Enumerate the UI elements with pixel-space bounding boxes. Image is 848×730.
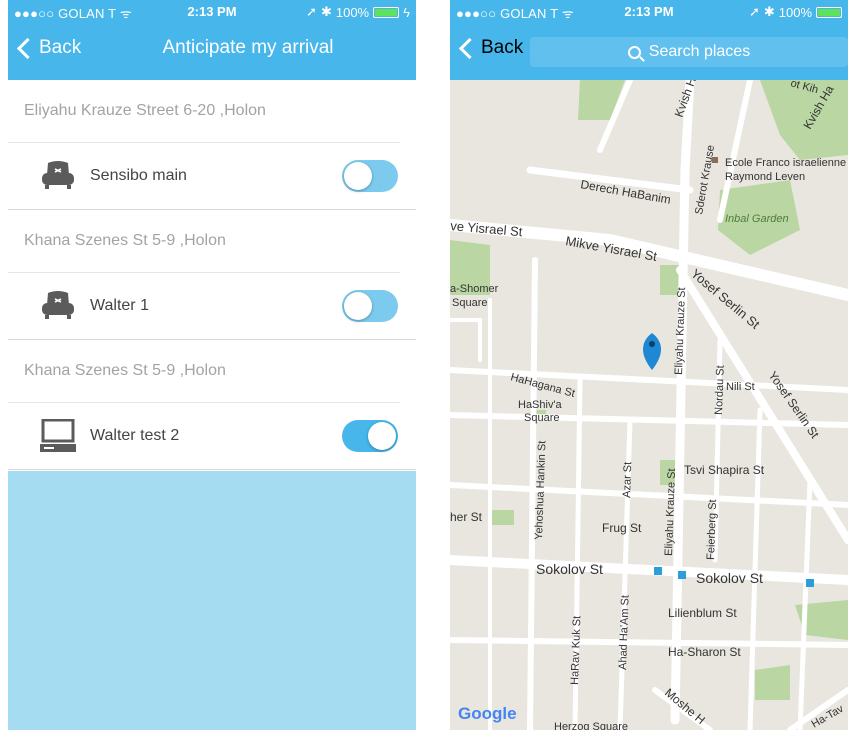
anticipate-toggle[interactable] xyxy=(342,420,398,452)
device-name: Sensibo main xyxy=(90,167,187,184)
back-button[interactable]: Back xyxy=(16,37,81,59)
sofa-icon xyxy=(40,160,76,192)
search-icon xyxy=(627,45,641,59)
right-screen: ●●●○○ GOLAN T ᯤ 2:13 PM ➚ ✱ 100% Back Se… xyxy=(450,0,848,730)
map-label: Azar St xyxy=(621,462,634,498)
map-label: her St xyxy=(450,510,483,524)
status-right: ➚ ✱ 100% ϟ xyxy=(306,4,410,20)
map-label: Square xyxy=(524,412,559,424)
nav-bar: Back Search places xyxy=(450,22,848,80)
address-label: Eliyahu Krauze Street 6-20 ,Holon xyxy=(8,80,400,143)
map-label: Feierberg St xyxy=(705,499,719,560)
search-input[interactable]: Search places xyxy=(530,37,848,67)
chevron-left-icon xyxy=(16,37,39,59)
map-label: Sokolov St xyxy=(536,561,603,577)
battery-percent: 100% xyxy=(335,4,370,20)
status-bar: ●●●○○ GOLAN T ᯤ 2:13 PM ➚ ✱ 100% xyxy=(450,0,848,22)
computer-icon xyxy=(40,419,76,452)
back-button[interactable]: Back xyxy=(458,37,523,59)
toggle-knob xyxy=(344,162,372,190)
google-attribution: Google xyxy=(458,704,517,723)
anticipate-toggle[interactable] xyxy=(342,160,398,192)
location-icon: ➚ xyxy=(748,4,760,19)
map-label: Tsvi Shapira St xyxy=(684,463,765,477)
map-label: Inbal Garden xyxy=(725,213,789,225)
map-label: Frug St xyxy=(602,521,642,535)
back-label: Back xyxy=(481,37,524,58)
map-label: Square xyxy=(452,297,487,309)
bluetooth-icon: ✱ xyxy=(763,4,775,19)
anticipate-toggle[interactable] xyxy=(342,290,398,322)
left-screen: ●●●○○ GOLAN T ᯤ 2:13 PM ➚ ✱ 100% ϟ Back … xyxy=(8,0,416,730)
toggle-knob xyxy=(344,292,372,320)
toggle-knob xyxy=(368,422,396,450)
location-icon: ➚ xyxy=(306,4,317,19)
status-right: ➚ ✱ 100% xyxy=(749,4,842,20)
google-logo: Google xyxy=(458,704,517,724)
status-bar: ●●●○○ GOLAN T ᯤ 2:13 PM ➚ ✱ 100% ϟ xyxy=(8,0,416,22)
address-label: Khana Szenes St 5-9 ,Holon xyxy=(8,340,400,403)
arrival-list: Eliyahu Krauze Street 6-20 ,Holon Sensib… xyxy=(8,80,416,470)
map-label: HaRav Kuk St xyxy=(569,616,583,685)
device-name: Walter 1 xyxy=(90,297,149,314)
empty-area xyxy=(8,471,416,730)
battery-icon xyxy=(373,6,400,18)
map-label: HaShiv'a xyxy=(518,399,563,411)
device-row: Sensibo main xyxy=(8,143,416,210)
sofa-icon xyxy=(40,290,76,322)
back-label: Back xyxy=(39,37,82,58)
device-row: Walter test 2 xyxy=(8,403,416,470)
map-label: Lilienblum St xyxy=(668,606,737,620)
device-row: Walter 1 xyxy=(8,273,416,340)
nav-bar: Back Anticipate my arrival xyxy=(8,22,416,80)
device-name: Walter test 2 xyxy=(90,427,180,444)
map-label: Nili St xyxy=(726,381,755,393)
charging-icon: ϟ xyxy=(403,4,410,20)
chevron-left-icon xyxy=(458,37,481,59)
map-label: Sokolov St xyxy=(696,570,763,586)
battery-icon xyxy=(816,6,842,18)
map-label: a-Shomer xyxy=(450,283,499,295)
search-placeholder: Search places xyxy=(648,43,751,60)
map-label: Herzog Square xyxy=(554,721,628,730)
map-label: Nordau St xyxy=(713,365,727,415)
map-view[interactable]: Kvish Ha Kvish Ha ot Kih Ecole Franco is… xyxy=(450,80,848,730)
page-title: Anticipate my arrival xyxy=(162,37,334,58)
battery-percent: 100% xyxy=(778,4,812,20)
map-label: Raymond Leven xyxy=(725,171,805,183)
map-label: Ha-Sharon St xyxy=(668,645,741,659)
map-label: Ecole Franco israelienne xyxy=(725,157,846,169)
bluetooth-icon: ✱ xyxy=(320,4,332,19)
address-label: Khana Szenes St 5-9 ,Holon xyxy=(8,210,400,273)
